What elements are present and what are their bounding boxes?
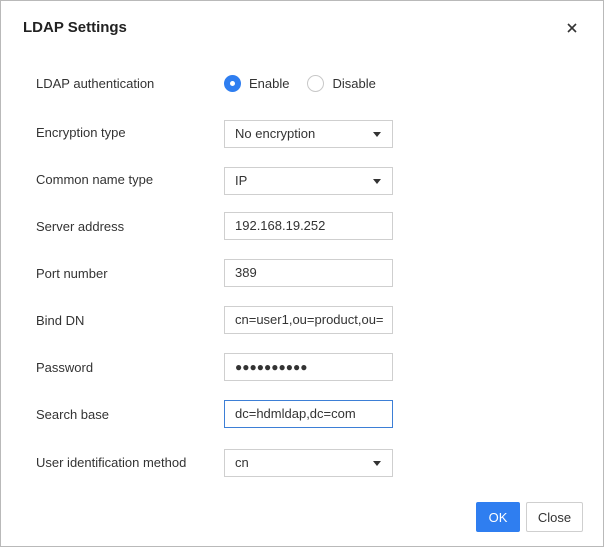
search-base-label: Search base: [36, 407, 109, 422]
encryption-type-select[interactable]: No encryption: [224, 120, 393, 148]
server-address-input[interactable]: 192.168.19.252: [224, 212, 393, 240]
password-input[interactable]: ●●●●●●●●●●: [224, 353, 393, 381]
chevron-down-icon: [373, 179, 381, 184]
password-label: Password: [36, 360, 94, 375]
common-name-type-select[interactable]: IP: [224, 167, 393, 195]
ok-button[interactable]: OK: [476, 502, 520, 532]
user-identification-method-label: User identification method: [36, 455, 187, 470]
user-identification-method-value: cn: [235, 455, 249, 470]
chevron-down-icon: [373, 132, 381, 137]
common-name-type-label: Common name type: [36, 172, 154, 187]
enable-radio-circle[interactable]: [224, 75, 241, 92]
common-name-type-value: IP: [235, 173, 248, 188]
chevron-down-icon: [373, 461, 381, 466]
enable-radio-label: Enable: [249, 76, 290, 91]
server-address-label: Server address: [36, 219, 125, 234]
search-base-input[interactable]: dc=hdmldap,dc=com: [224, 400, 393, 428]
dialog-title: LDAP Settings: [23, 19, 127, 36]
disable-radio-label: Disable: [332, 76, 376, 91]
port-number-label: Port number: [36, 266, 108, 281]
enable-radio[interactable]: Enable: [224, 75, 289, 92]
user-identification-method-select[interactable]: cn: [224, 449, 393, 477]
encryption-type-label: Encryption type: [36, 125, 126, 140]
ldap-settings-dialog: LDAP Settings LDAP authentication Enable…: [0, 0, 604, 547]
port-number-input[interactable]: 389: [224, 259, 393, 287]
bind-dn-input[interactable]: cn=user1,ou=product,ou=: [224, 306, 393, 334]
disable-radio-circle[interactable]: [307, 75, 325, 92]
close-button[interactable]: Close: [526, 502, 583, 532]
encryption-type-value: No encryption: [235, 126, 316, 141]
close-icon-glyph: [567, 23, 577, 33]
bind-dn-label: Bind DN: [36, 313, 85, 328]
close-icon[interactable]: [562, 18, 582, 38]
ldap-authentication-radio-group: Enable Disable: [224, 75, 376, 92]
disable-radio[interactable]: Disable: [307, 75, 376, 92]
ldap-authentication-label: LDAP authentication: [36, 76, 155, 91]
